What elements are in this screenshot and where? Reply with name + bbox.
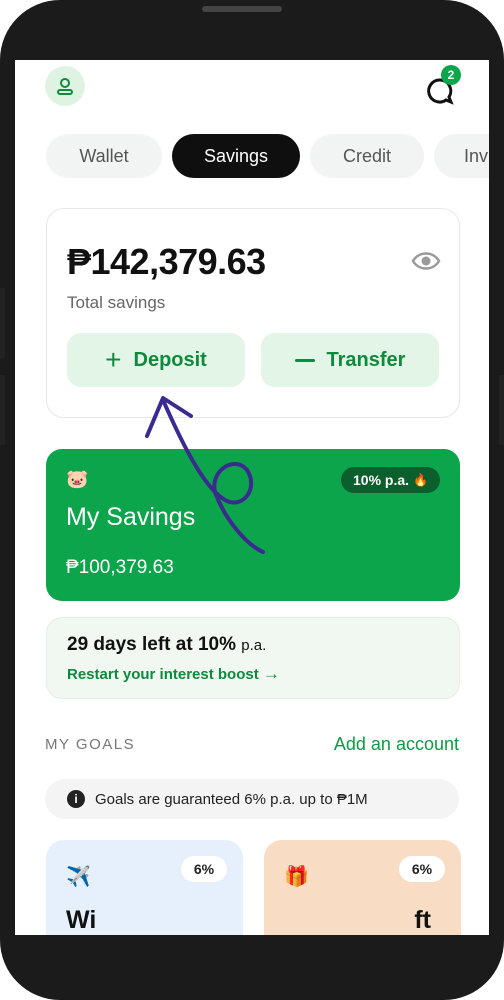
- speaker-grille: [202, 6, 282, 12]
- volume-down-button: [0, 375, 5, 445]
- phone-frame: 2 Wallet Savings Credit Inv ₱142,379.63 …: [0, 0, 504, 1000]
- annotation-arrow: [145, 396, 265, 554]
- volume-up-button: [0, 288, 5, 358]
- power-button: [499, 375, 504, 445]
- app-screen: 2 Wallet Savings Credit Inv ₱142,379.63 …: [15, 60, 489, 935]
